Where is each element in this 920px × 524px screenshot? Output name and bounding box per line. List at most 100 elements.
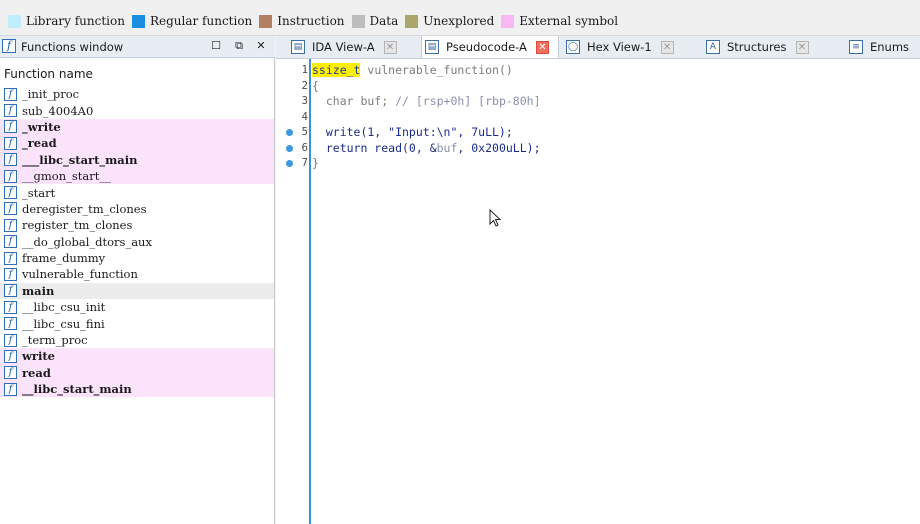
function-icon: f (4, 153, 17, 167)
tab-close-icon[interactable]: ✕ (535, 40, 549, 54)
mouse-cursor-icon (489, 209, 501, 227)
function-name: deregister_tm_clones (22, 201, 147, 216)
line-number: 7 (301, 157, 308, 169)
function-row[interactable]: f __libc_csu_init (0, 299, 274, 315)
function-row[interactable]: f _start (0, 184, 274, 200)
tab-pseudocode-a[interactable]: ▤ Pseudocode-A ✕ (421, 36, 559, 58)
function-row[interactable]: f __gmon_start__ (0, 167, 274, 185)
code-line[interactable]: 7} (276, 155, 920, 171)
legend-item: Instruction (259, 14, 345, 28)
function-name: read (22, 365, 51, 380)
function-name: register_tm_clones (22, 218, 133, 233)
function-row[interactable]: f ___libc_start_main (0, 151, 274, 168)
function-row[interactable]: f read (0, 364, 274, 382)
code-line[interactable]: 3 char buf; // [rsp+0h] [rbp-80h] (276, 93, 920, 109)
functions-window-title: Functions window (21, 40, 124, 54)
tab-view-icon: ▤ (425, 40, 439, 54)
function-row[interactable]: f sub_4004A0 (0, 102, 274, 118)
legend-item: Unexplored (405, 14, 494, 28)
code-token: // [rsp+0h] [rbp-80h] (395, 94, 541, 108)
function-name: __do_global_dtors_aux (22, 234, 152, 249)
legend-swatch (501, 14, 515, 28)
code-token: return read(0, & (312, 140, 437, 155)
tab-view-icon: ≡ (849, 40, 863, 54)
tab-view-icon: ▤ (291, 40, 305, 54)
function-row[interactable]: f deregister_tm_clones (0, 201, 274, 217)
maximize-icon[interactable]: ☐ (209, 39, 223, 53)
legend-swatch (405, 14, 419, 28)
breakpoint-marker-icon[interactable] (286, 144, 293, 152)
function-name-column-header[interactable]: Function name (4, 67, 93, 81)
function-icon: f (4, 104, 17, 118)
tab-view-icon: A (706, 40, 720, 54)
function-name: vulnerable_function (22, 267, 138, 282)
tab-close-icon[interactable]: ✕ (383, 40, 397, 54)
function-row[interactable]: f _read (0, 135, 274, 152)
function-icon: f (4, 87, 17, 101)
code-text: } (312, 155, 319, 171)
legend-swatch (351, 14, 365, 28)
breakpoint-marker-icon[interactable] (286, 129, 293, 136)
pseudocode-view[interactable]: 1 ssize_t vulnerable_function() 2{3 char b… (276, 59, 920, 524)
function-row[interactable]: f frame_dummy (0, 250, 274, 266)
function-row[interactable]: f _init_proc (0, 86, 274, 102)
code-text: return read(0, &buf, 0x200uLL); (312, 140, 541, 156)
function-icon: f (4, 366, 17, 380)
function-name: __libc_csu_init (22, 300, 106, 315)
function-icon: f (4, 120, 17, 134)
function-icon: f (4, 202, 17, 216)
legend-label: Unexplored (423, 14, 495, 28)
function-row[interactable]: f register_tm_clones (0, 217, 274, 233)
line-number: 5 (301, 126, 308, 138)
functions-window: f Functions window ☐ ⧉ ✕ Function name f… (0, 36, 275, 524)
tab-enums[interactable]: ≡ Enums (846, 36, 920, 58)
function-row[interactable]: f __libc_csu_fini (0, 315, 274, 331)
function-row[interactable]: f _write (0, 118, 274, 136)
function-row[interactable]: f vulnerable_function (0, 266, 274, 282)
legend-item: External symbol (501, 14, 618, 28)
code-line[interactable]: 1 ssize_t vulnerable_function() (276, 62, 920, 78)
function-row[interactable]: f __libc_start_main (0, 381, 274, 398)
function-icon: f (4, 300, 17, 314)
legend-item: Library function (8, 14, 125, 28)
code-line[interactable]: 2{ (276, 78, 920, 94)
legend-swatch (131, 14, 145, 28)
function-name: _init_proc (22, 87, 80, 102)
tab-structures[interactable]: A Structures ✕ (703, 36, 838, 58)
function-list: f _init_proc f sub_4004A0 f _write f _read f ___l… (0, 86, 274, 398)
function-name: _start (22, 185, 56, 200)
function-icon: f (4, 235, 17, 249)
function-name: __gmon_start__ (22, 169, 111, 184)
code-token: char buf; (312, 94, 396, 108)
tab-close-icon[interactable]: ✕ (660, 40, 674, 54)
function-name: frame_dummy (22, 251, 106, 266)
tab-label: Enums (870, 40, 910, 54)
function-row[interactable]: f main (0, 282, 274, 300)
code-line[interactable]: 4 (276, 109, 920, 125)
tab-close-icon[interactable]: ✕ (795, 40, 809, 54)
tab-hex-view-1[interactable]: ◯ Hex View-1 ✕ (563, 36, 691, 58)
code-token: { (312, 78, 319, 93)
function-name: ___libc_start_main (22, 152, 138, 167)
function-row[interactable]: f __do_global_dtors_aux (0, 234, 274, 250)
line-number: 1 (301, 64, 308, 76)
function-icon: f (4, 349, 17, 363)
function-icon: f (4, 382, 17, 396)
close-icon[interactable]: ✕ (254, 39, 268, 53)
breakpoint-marker-icon[interactable] (286, 160, 293, 167)
code-line[interactable]: 6 return read(0, &buf, 0x200uLL); (276, 140, 920, 156)
function-icon: f (2, 39, 16, 53)
functions-window-header: f Functions window ☐ ⧉ ✕ (0, 36, 275, 58)
function-icon: f (4, 317, 17, 331)
tab-ida-view-a[interactable]: ▤ IDA View-A ✕ (288, 36, 408, 58)
legend-item: Data (351, 14, 398, 28)
tab-label: Structures (727, 40, 787, 54)
function-row[interactable]: f _term_proc (0, 332, 274, 348)
legend-row: Library function Regular function Instruct… (8, 14, 625, 28)
code-line[interactable]: 5 write(1, "Input:\n", 7uLL); (276, 124, 920, 140)
code-token: buf (436, 140, 458, 155)
function-icon: f (4, 186, 17, 200)
legend-swatch (259, 14, 273, 28)
float-window-icon[interactable]: ⧉ (232, 39, 246, 53)
function-row[interactable]: f write (0, 348, 274, 365)
